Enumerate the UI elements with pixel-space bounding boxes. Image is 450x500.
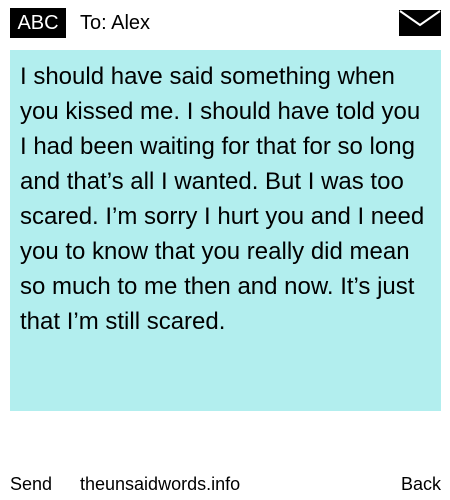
input-mode-badge[interactable]: ABC xyxy=(10,8,66,38)
softkey-bar: Send theunsaidwords.info Back xyxy=(0,470,450,498)
message-body: I should have said something when you ki… xyxy=(20,63,425,335)
message-compose-area[interactable]: I should have said something when you ki… xyxy=(10,50,441,411)
back-button[interactable]: Back xyxy=(401,470,441,498)
recipient-label: To: Alex xyxy=(80,12,151,34)
envelope-icon xyxy=(399,10,441,36)
site-label: theunsaidwords.info xyxy=(80,474,241,494)
header-bar: ABC To: Alex xyxy=(0,0,450,46)
send-button[interactable]: Send xyxy=(10,470,52,498)
